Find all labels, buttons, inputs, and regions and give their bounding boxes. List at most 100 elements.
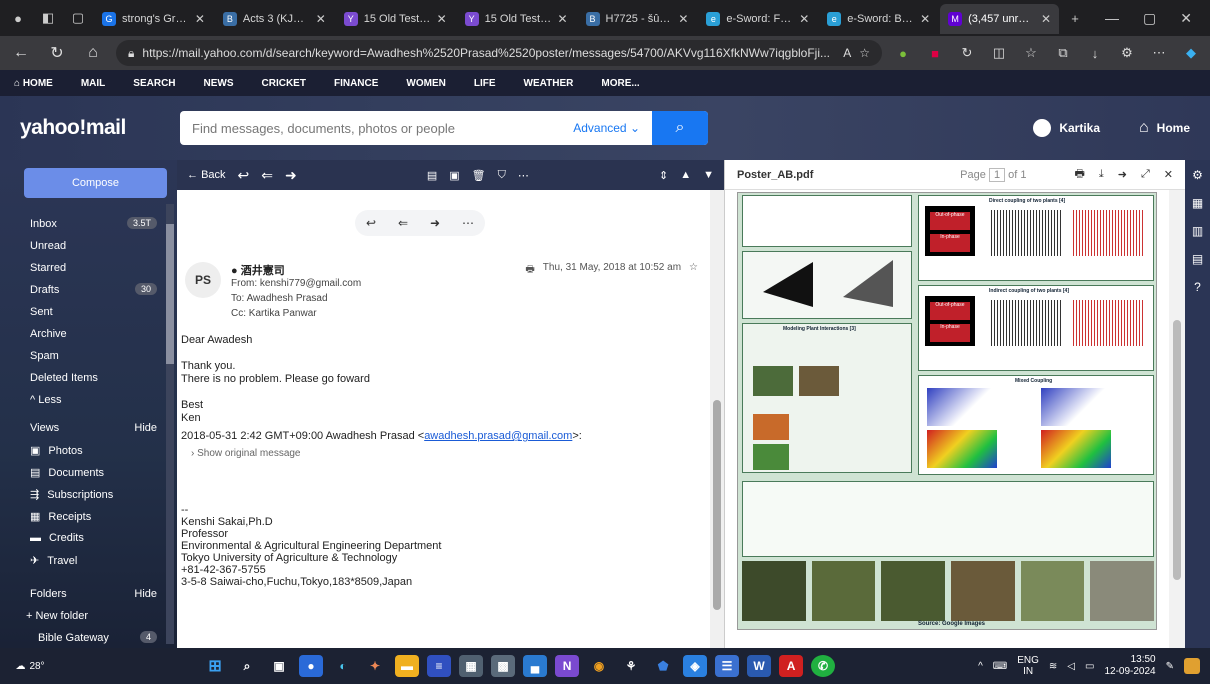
pdf-share-icon[interactable]: ➜ <box>1118 168 1127 181</box>
tab-actions-icon[interactable]: ▢ <box>64 0 92 36</box>
tab-close-icon[interactable]: ✕ <box>1041 12 1051 26</box>
back-nav-icon[interactable]: ← <box>8 44 34 62</box>
yahoo-nav-item[interactable]: MAIL <box>81 78 105 89</box>
close-window-icon[interactable]: ✕ <box>1180 10 1192 27</box>
collapse-icon[interactable]: ⇕ <box>659 169 668 182</box>
sidebar-scrollbar[interactable] <box>166 204 174 644</box>
new-tab-button[interactable]: + <box>1061 0 1089 36</box>
clock[interactable]: 13:50 12-09-2024 <box>1104 654 1155 678</box>
home-nav-icon[interactable]: ⌂ <box>80 44 106 62</box>
workspaces-icon[interactable]: ◧ <box>34 0 62 36</box>
yahoo-nav-item[interactable]: WOMEN <box>406 78 445 89</box>
delete-icon[interactable]: 🗑︎ <box>472 169 486 182</box>
yahoo-nav-item[interactable]: CRICKET <box>262 78 306 89</box>
view-item[interactable]: ▬ Credits <box>30 532 84 544</box>
browser-tab[interactable]: Y 15 Old Testamen ✕ <box>457 4 576 34</box>
app-icon-15[interactable]: ⬟ <box>651 655 675 677</box>
app-icon-9[interactable]: ▦ <box>459 655 484 677</box>
edge-app-icon[interactable]: ◐ <box>331 655 355 677</box>
downloads-icon[interactable]: ↓ <box>1084 46 1106 61</box>
print-icon[interactable]: 🖶︎ <box>525 262 534 279</box>
prev-message-icon[interactable]: ▲ <box>680 169 691 181</box>
pdf-print-icon[interactable]: 🖶︎ <box>1074 165 1084 184</box>
tab-close-icon[interactable]: ✕ <box>195 12 205 26</box>
notification-icon[interactable]: ✎ <box>1166 661 1174 672</box>
show-original-link[interactable]: › Show original message <box>191 448 301 459</box>
new-folder-button[interactable]: + New folder <box>26 610 88 622</box>
chrome-icon[interactable]: ◉ <box>587 655 611 677</box>
split-screen-icon[interactable]: ◫ <box>988 45 1010 61</box>
sender-name[interactable]: ● 酒井憲司 <box>231 262 285 278</box>
folder-item[interactable]: Inbox <box>30 218 57 230</box>
reply-all-icon[interactable]: ⇐ <box>261 167 273 184</box>
message-scrollbar[interactable] <box>710 190 724 648</box>
app-icon-8[interactable]: ≡ <box>427 655 452 677</box>
yahoo-mail-logo[interactable]: yahoo!mail <box>20 116 160 140</box>
move-icon[interactable]: ▣ <box>449 169 459 182</box>
user-menu[interactable]: Kartika <box>1033 119 1100 137</box>
folder-item[interactable]: Starred <box>30 262 66 274</box>
folder-item[interactable]: Deleted Items <box>30 372 98 384</box>
tab-close-icon[interactable]: ✕ <box>920 12 930 26</box>
browser-tab[interactable]: B Acts 3 (KJV) - Re ✕ <box>215 4 334 34</box>
copilot-icon[interactable]: ◆ <box>1180 45 1202 61</box>
app-icon-11[interactable]: ▄ <box>523 655 548 677</box>
folder-item[interactable]: Unread <box>30 240 66 252</box>
back-button[interactable]: ← Back <box>187 169 226 181</box>
browser-profile-icon[interactable]: ● <box>4 0 32 36</box>
folder-item[interactable]: Archive <box>30 328 67 340</box>
folders-hide-button[interactable]: Hide <box>134 588 157 600</box>
search-button[interactable]: ⌕ <box>652 111 708 145</box>
folder-item[interactable]: Drafts <box>30 284 59 296</box>
favorites-icon[interactable]: ☆ <box>1020 45 1042 61</box>
archive-icon[interactable]: ▤ <box>427 169 437 182</box>
advanced-search-button[interactable]: Advanced ⌄ <box>573 121 640 135</box>
weather-widget[interactable]: ☁ 28° <box>0 661 60 672</box>
search-input[interactable]: Find messages, documents, photos or peop… <box>180 111 708 145</box>
read-aloud-icon[interactable]: A <box>843 46 851 60</box>
onenote-icon[interactable]: N <box>555 655 580 677</box>
more-pill-icon[interactable]: ⋯ <box>462 216 474 230</box>
forward-pill-icon[interactable]: ➜ <box>430 216 440 230</box>
app-icon-10[interactable]: ▩ <box>491 655 516 677</box>
tab-close-icon[interactable]: ✕ <box>557 12 567 26</box>
extension-icon-1[interactable]: ● <box>892 46 914 61</box>
pdf-scrollbar[interactable] <box>1169 190 1185 648</box>
yahoo-nav-item[interactable]: MORE... <box>601 78 639 89</box>
reply-all-pill-icon[interactable]: ⇐ <box>398 216 408 230</box>
folder-bible-gateway[interactable]: Bible Gateway <box>38 632 109 644</box>
yahoo-nav-item[interactable]: WEATHER <box>524 78 574 89</box>
pdf-expand-icon[interactable]: ⤢ <box>1141 168 1150 181</box>
yahoo-nav-item[interactable]: SEARCH <box>133 78 175 89</box>
forward-icon[interactable]: ➜ <box>285 167 297 184</box>
yahoo-nav-item[interactable]: ⌂ HOME <box>14 78 53 89</box>
compose-button[interactable]: Compose <box>24 168 167 198</box>
tab-close-icon[interactable]: ✕ <box>437 12 447 26</box>
battery-icon[interactable]: ▭ <box>1085 661 1094 672</box>
browser-tab[interactable]: Y 15 Old Testamen ✕ <box>336 4 455 34</box>
extension-icon-2[interactable]: ■ <box>924 46 946 61</box>
taskbar-search-icon[interactable]: ⌕ <box>235 655 259 677</box>
folder-item[interactable]: Sent <box>30 306 53 318</box>
spam-icon[interactable]: ⛉ <box>498 169 506 182</box>
views-hide-button[interactable]: Hide <box>134 422 157 434</box>
next-message-icon[interactable]: ▼ <box>703 169 714 181</box>
word-icon[interactable]: W <box>747 655 772 677</box>
zoom-app-icon[interactable]: ● <box>299 655 324 677</box>
more-menu-icon[interactable]: ⋯ <box>1148 45 1170 61</box>
minimize-icon[interactable]: — <box>1105 10 1119 26</box>
pdf-close-icon[interactable]: ✕ <box>1164 168 1173 181</box>
browser-tab[interactable]: e e-Sword: Free Bi ✕ <box>698 4 817 34</box>
refresh-icon[interactable]: ↻ <box>44 43 70 63</box>
yahoo-nav-item[interactable]: FINANCE <box>334 78 378 89</box>
help-icon[interactable]: ? <box>1194 280 1201 294</box>
app-icon-17[interactable]: ☰ <box>715 655 740 677</box>
tray-expand-icon[interactable]: ^ <box>978 661 983 672</box>
whatsapp-icon[interactable]: ✆ <box>811 655 836 677</box>
notepad-icon[interactable]: ▤ <box>1192 252 1203 266</box>
app-icon-16[interactable]: ◈ <box>683 655 708 677</box>
yahoo-nav-item[interactable]: LIFE <box>474 78 496 89</box>
copilot-taskbar-icon[interactable] <box>1184 658 1200 674</box>
folder-item[interactable]: ^ Less <box>30 394 61 406</box>
extensions-icon[interactable]: ⚙ <box>1116 45 1138 61</box>
